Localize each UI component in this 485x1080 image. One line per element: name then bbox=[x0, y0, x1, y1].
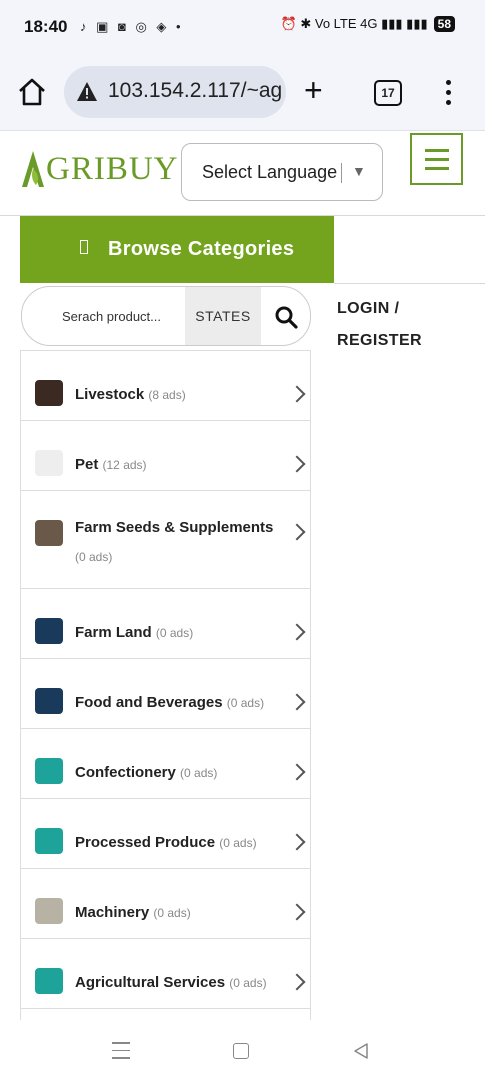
auth-links: LOGIN / REGISTER bbox=[337, 293, 422, 357]
chevron-right-icon[interactable] bbox=[288, 973, 306, 991]
recent-apps-icon[interactable] bbox=[112, 1042, 130, 1065]
hamburger-menu-icon[interactable] bbox=[410, 133, 463, 185]
category-thumbnail bbox=[35, 898, 63, 924]
chevron-right-icon[interactable] bbox=[288, 693, 306, 711]
category-row[interactable]: Pet (12 ads) bbox=[21, 421, 310, 491]
browse-categories-title: Browse Categories bbox=[108, 238, 295, 260]
category-name: Processed Produce bbox=[75, 834, 216, 851]
category-label[interactable]: Pet (12 ads) bbox=[75, 450, 288, 480]
browser-toolbar: 103.154.2.117/~ag + 17 bbox=[0, 56, 485, 131]
category-label[interactable]: Food and Beverages (0 ads) bbox=[75, 688, 288, 718]
category-thumbnail bbox=[35, 968, 63, 994]
category-row[interactable]: Farm Land (0 ads) bbox=[21, 589, 310, 659]
leaf-logo-icon bbox=[22, 151, 44, 187]
chevron-right-icon[interactable] bbox=[288, 763, 306, 781]
system-navigation-bar bbox=[0, 1020, 485, 1080]
back-icon[interactable] bbox=[352, 1042, 370, 1060]
home-button-icon[interactable] bbox=[233, 1043, 249, 1059]
category-thumbnail bbox=[35, 618, 63, 644]
category-row[interactable]: Agricultural Services (0 ads) bbox=[21, 939, 310, 1009]
category-label[interactable]: Farm Land (0 ads) bbox=[75, 618, 288, 648]
category-label[interactable]: Confectionery (0 ads) bbox=[75, 758, 288, 788]
category-name: Pet bbox=[75, 456, 99, 473]
register-link[interactable]: REGISTER bbox=[337, 325, 422, 357]
category-list-icon bbox=[80, 240, 88, 254]
category-name: Farm Land bbox=[75, 624, 152, 641]
login-link[interactable]: LOGIN / bbox=[337, 293, 422, 325]
category-ad-count: (0 ads) bbox=[75, 550, 113, 564]
chevron-right-icon[interactable] bbox=[288, 523, 306, 541]
chevron-right-icon[interactable] bbox=[288, 455, 306, 473]
category-thumbnail bbox=[35, 688, 63, 714]
category-name: Confectionery bbox=[75, 764, 176, 781]
language-label: Select Language bbox=[202, 162, 338, 182]
category-name: Farm Seeds & Supplements bbox=[75, 519, 274, 536]
battery-icon: 58 bbox=[433, 16, 455, 32]
more-menu-icon[interactable] bbox=[446, 80, 454, 110]
category-name: Food and Beverages bbox=[75, 694, 223, 711]
category-ad-count: (0 ads) bbox=[229, 976, 267, 990]
category-ad-count: (0 ads) bbox=[226, 696, 265, 710]
category-thumbnail bbox=[35, 758, 63, 784]
category-name: Agricultural Services bbox=[75, 974, 226, 991]
category-ad-count: (12 ads) bbox=[102, 458, 147, 472]
home-icon[interactable] bbox=[16, 76, 48, 108]
category-label[interactable]: Farm Seeds & Supplements (0 ads) bbox=[75, 513, 288, 572]
new-tab-plus-icon[interactable]: + bbox=[304, 72, 323, 108]
category-list: Livestock (8 ads) Pet (12 ads) Farm Seeds … bbox=[20, 350, 311, 1021]
chevron-right-icon[interactable] bbox=[288, 833, 306, 851]
category-label[interactable]: Livestock (8 ads) bbox=[75, 380, 288, 410]
category-name: Livestock bbox=[75, 386, 145, 403]
dropdown-arrow-icon: ▼ bbox=[352, 163, 366, 179]
chevron-right-icon[interactable] bbox=[288, 385, 306, 403]
category-label[interactable]: Agricultural Services (0 ads) bbox=[75, 968, 288, 998]
category-ad-count: (0 ads) bbox=[180, 766, 218, 780]
url-text[interactable]: 103.154.2.117/~ag bbox=[108, 79, 282, 103]
logo-text: GRIBUY bbox=[46, 150, 179, 187]
category-row[interactable]: Confectionery (0 ads) bbox=[21, 729, 310, 799]
search-bar: STATES bbox=[21, 286, 311, 346]
category-row[interactable]: Farm Seeds & Supplements (0 ads) bbox=[21, 491, 310, 589]
category-ad-count: (0 ads) bbox=[155, 626, 194, 640]
search-icon[interactable] bbox=[274, 305, 298, 329]
category-ad-count: (0 ads) bbox=[153, 906, 191, 920]
category-thumbnail bbox=[35, 450, 63, 476]
system-icons: ⏰ ✱ Vo LTE 4G ▮▮▮ ▮▮▮ 58 bbox=[281, 16, 455, 32]
language-select[interactable]: Select Language ▼ bbox=[181, 143, 383, 201]
status-time: 18:40 bbox=[24, 17, 68, 36]
states-select[interactable]: STATES bbox=[185, 287, 261, 345]
notification-icons: ♪ ▣ ◙ ◎ ◈ • bbox=[80, 19, 184, 34]
category-row[interactable]: Livestock (8 ads) bbox=[21, 351, 310, 421]
language-divider bbox=[341, 163, 342, 183]
site-header: GRIBUY Select Language ▼ bbox=[0, 131, 485, 216]
category-name: Machinery bbox=[75, 904, 150, 921]
status-bar: 18:40 ♪ ▣ ◙ ◎ ◈ • ⏰ ✱ Vo LTE 4G ▮▮▮ ▮▮▮ … bbox=[0, 0, 485, 56]
signal-icons: ⏰ ✱ Vo LTE 4G ▮▮▮ ▮▮▮ bbox=[280, 16, 428, 31]
agribuy-logo[interactable]: GRIBUY bbox=[20, 149, 179, 189]
category-ad-count: (8 ads) bbox=[148, 388, 186, 402]
category-thumbnail bbox=[35, 380, 63, 406]
chevron-right-icon[interactable] bbox=[288, 623, 306, 641]
category-label[interactable]: Processed Produce (0 ads) bbox=[75, 828, 288, 858]
warning-icon[interactable] bbox=[76, 81, 98, 103]
category-thumbnail bbox=[35, 828, 63, 854]
browse-categories-header[interactable]: Browse Categories bbox=[20, 216, 334, 283]
category-row[interactable]: Processed Produce (0 ads) bbox=[21, 799, 310, 869]
category-label[interactable]: Machinery (0 ads) bbox=[75, 898, 288, 928]
chevron-right-icon[interactable] bbox=[288, 903, 306, 921]
address-bar[interactable]: 103.154.2.117/~ag bbox=[64, 66, 286, 118]
category-thumbnail bbox=[35, 520, 63, 546]
category-row[interactable]: Machinery (0 ads) bbox=[21, 869, 310, 939]
category-ad-count: (0 ads) bbox=[219, 836, 257, 850]
divider bbox=[334, 283, 485, 284]
category-row[interactable]: Food and Beverages (0 ads) bbox=[21, 659, 310, 729]
search-input[interactable] bbox=[22, 287, 184, 345]
tab-switcher-button[interactable]: 17 bbox=[374, 80, 402, 106]
